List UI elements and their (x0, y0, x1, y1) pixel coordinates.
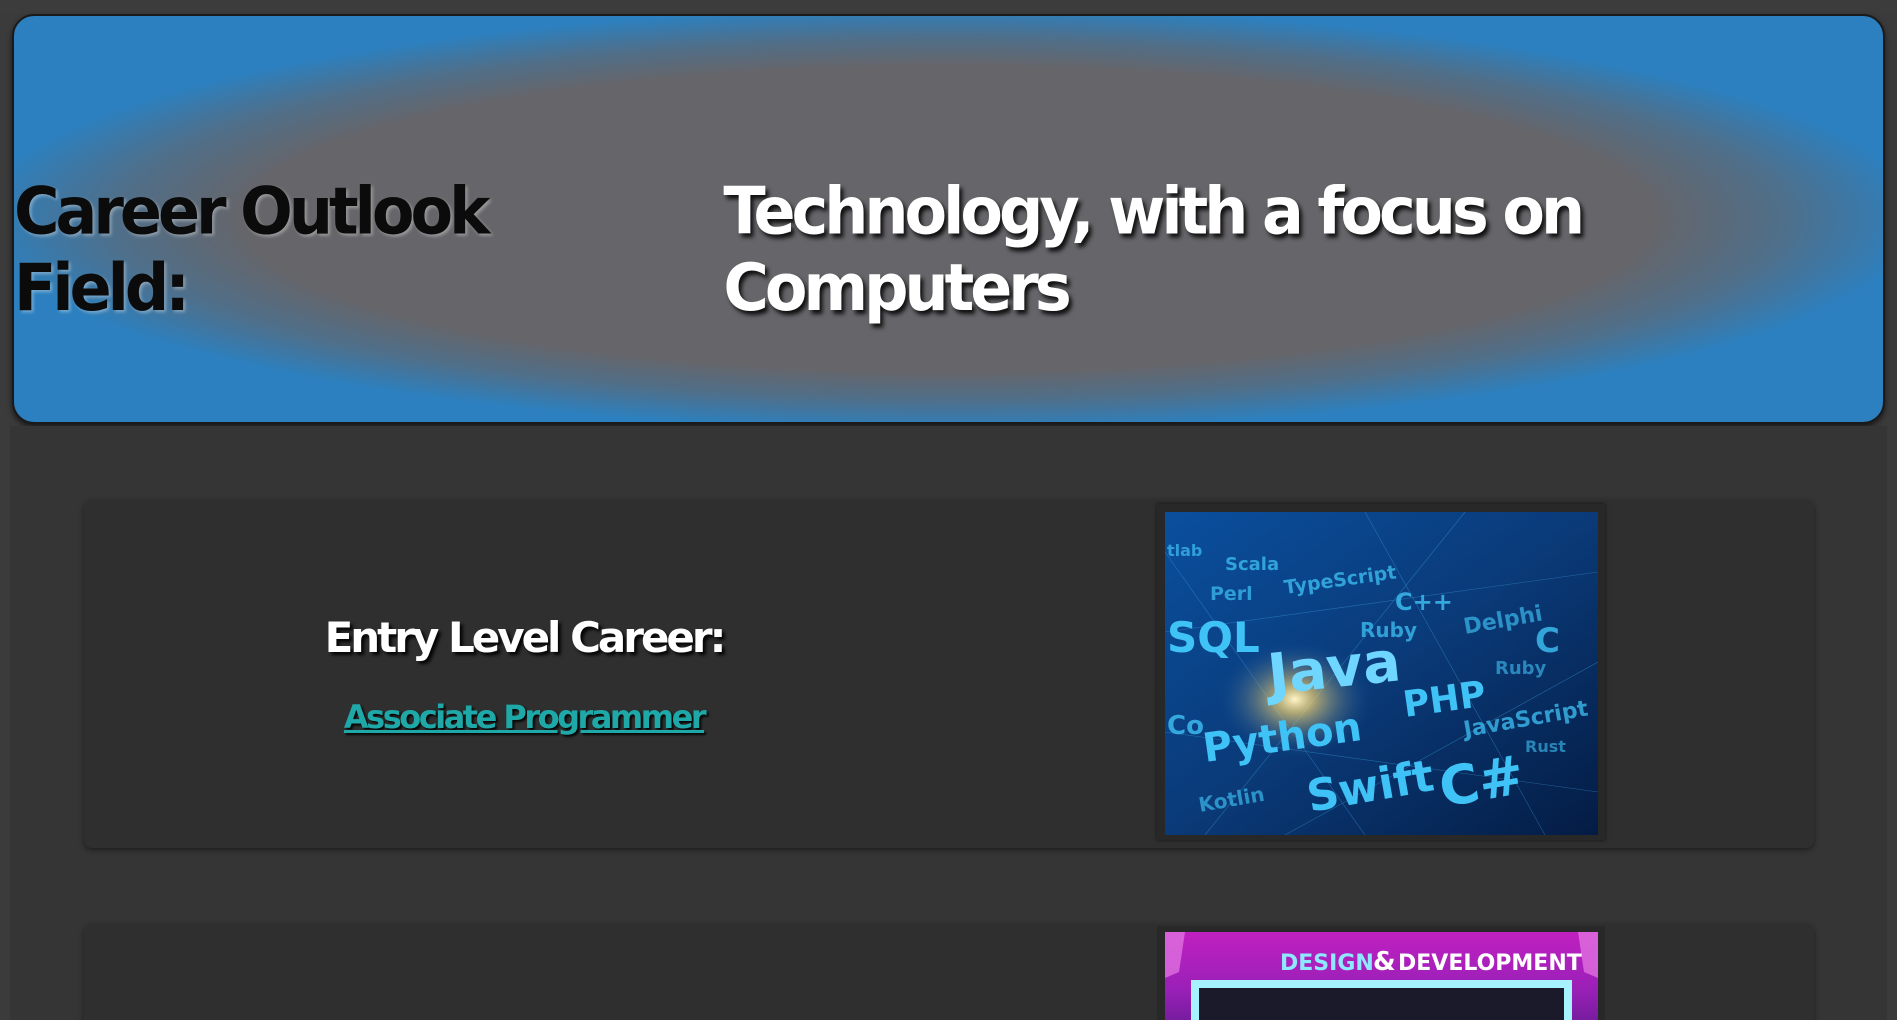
page-header: Career Outlook Field: Technology, with a… (12, 14, 1885, 424)
design-development-graphic: DESIGN & DEVELOPMENT (1165, 932, 1598, 1020)
career-card: Entry Level Career: Associate Programmer (84, 500, 1814, 848)
caption-development: DEVELOPMENT (1398, 951, 1582, 976)
word-0: tlab (1167, 541, 1202, 560)
main-content: Entry Level Career: Associate Programmer (10, 426, 1887, 1020)
word-15: Rust (1525, 737, 1566, 756)
design-development-image: DESIGN & DEVELOPMENT (1165, 932, 1598, 1020)
career-title-link[interactable]: Associate Programmer (344, 698, 707, 736)
word-4: C++ (1395, 588, 1453, 616)
programming-languages-graphic: tlab Scala Perl TypeScript C++ SQL Ruby … (1165, 512, 1598, 835)
career-image-frame: tlab Scala Perl TypeScript C++ SQL Ruby … (1157, 504, 1605, 840)
career-image-frame-2: DESIGN & DEVELOPMENT (1157, 926, 1605, 1020)
caption-design: DESIGN (1280, 951, 1374, 976)
caption-amp: & (1373, 947, 1396, 977)
header-title-row: Career Outlook Field: Technology, with a… (14, 172, 1883, 325)
career-card-text: Entry Level Career: Associate Programmer (84, 500, 964, 848)
header-value: Technology, with a focus on Computers (723, 172, 1585, 326)
header-label: Career Outlook Field: (14, 172, 490, 326)
word-5: SQL (1167, 613, 1260, 662)
page: Career Outlook Field: Technology, with a… (0, 0, 1897, 1020)
word-1: Scala (1225, 554, 1279, 575)
career-card-2: DESIGN & DEVELOPMENT (84, 924, 1814, 1020)
top-strip (0, 0, 1897, 14)
word-2: Perl (1210, 583, 1253, 605)
career-level-heading: Entry Level Career: (324, 612, 727, 662)
word-8: C (1535, 621, 1560, 661)
word-12: Co (1167, 711, 1204, 741)
word-10: Ruby (1495, 658, 1547, 679)
programming-languages-image: tlab Scala Perl TypeScript C++ SQL Ruby … (1165, 512, 1598, 835)
